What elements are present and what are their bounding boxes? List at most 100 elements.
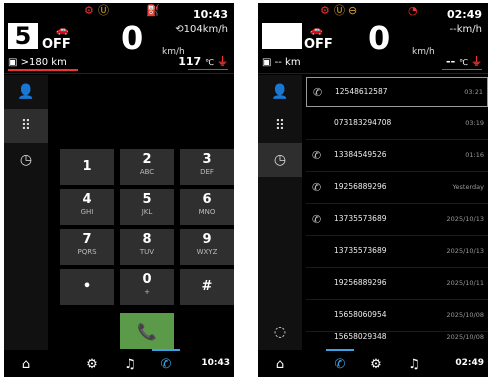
row-divider <box>306 139 488 140</box>
row-divider <box>306 203 488 204</box>
home-button[interactable]: ⌂ <box>270 354 290 374</box>
fuel-warning-icon: ⛽ <box>146 4 160 17</box>
call-log-row[interactable]: 073183294708 03:19 <box>306 109 488 139</box>
temperature-icon: ⏚ <box>471 55 482 68</box>
speed-unit: km/h <box>412 47 435 57</box>
refresh-button[interactable]: ◌ <box>258 315 302 349</box>
car-icon: 🚗 <box>56 25 69 36</box>
status-clock: 10:43 <box>192 8 228 21</box>
phone-icon: ✆ <box>313 86 323 99</box>
home-button[interactable]: ⌂ <box>16 354 36 374</box>
odometer: ▣ >180 km <box>8 57 67 68</box>
coolant-temp: -- ℃ ⏚ <box>446 55 482 68</box>
call-log-row[interactable]: 13735573689 2025/10/13 <box>306 237 488 267</box>
range-readout: --km/h <box>449 24 482 35</box>
contacts-tab[interactable]: 👤 <box>4 75 48 109</box>
drive-state: OFF <box>42 37 71 52</box>
bottom-nav: ⌂ ⚙ ♫ ✆ 10:43 <box>4 350 234 377</box>
keypad-tab[interactable]: ⠿ <box>258 109 302 143</box>
key-8[interactable]: 8 TUV <box>120 229 174 265</box>
instrument-cluster: ⚙ Ⓤ ⊖ ◔ 🚗 OFF 0 km/h 02:49 --km/h ▣ -- k… <box>258 3 488 73</box>
music-note-icon: ♫ <box>408 356 420 372</box>
music-button[interactable]: ♫ <box>404 354 424 374</box>
cluster-divider <box>4 73 234 74</box>
drive-state: OFF <box>304 37 333 52</box>
temp-bar <box>442 69 482 70</box>
status-clock: 02:49 <box>446 8 482 21</box>
trip-icon: ⟲ <box>175 24 184 35</box>
row-divider <box>306 299 488 300</box>
phone-icon: ✆ <box>312 149 322 162</box>
coolant-temp: 117 ℃ ⏚ <box>178 55 228 68</box>
phone-button[interactable]: ✆ <box>330 354 350 374</box>
phone-sidebar: 👤 ⠿ ◷ ◌ <box>258 75 302 350</box>
recents-tab[interactable]: ◷ <box>4 143 48 177</box>
home-icon: ⌂ <box>275 356 285 372</box>
music-note-icon: ♫ <box>124 356 136 372</box>
key-star[interactable]: • <box>60 269 114 305</box>
dialer-screen: ⚙ Ⓤ ⛽ 5 🚗 OFF 0 km/h 10:43 ⟲104km/h ▣ >1… <box>4 3 234 377</box>
recents-screen: ⚙ Ⓤ ⊖ ◔ 🚗 OFF 0 km/h 02:49 --km/h ▣ -- k… <box>258 3 488 377</box>
settings-button[interactable]: ⚙ <box>82 354 102 374</box>
call-log-row[interactable]: ✆ 13735573689 2025/10/13 <box>306 205 488 235</box>
row-divider <box>306 267 488 268</box>
phone-sidebar: 👤 ⠿ ◷ <box>4 75 48 350</box>
active-tab-indicator <box>152 349 180 351</box>
bottom-nav: ⌂ ✆ ⚙ ♫ 02:49 <box>258 350 488 377</box>
phone-button[interactable]: ✆ <box>156 354 176 374</box>
key-7[interactable]: 7 PQRS <box>60 229 114 265</box>
speed-value: 0 <box>121 19 144 57</box>
temp-bar <box>188 69 228 70</box>
phone-icon: ✆ <box>312 181 322 194</box>
phone-icon: ✆ <box>334 356 346 372</box>
engine-warning-icon: ⚙ <box>84 4 94 17</box>
grid-icon: ⠿ <box>274 118 286 134</box>
phone-icon: 📞 <box>137 321 157 341</box>
clock-icon: ◷ <box>273 152 287 168</box>
contacts-tab[interactable]: 👤 <box>258 75 302 109</box>
recents-tab[interactable]: ◷ <box>258 143 302 177</box>
keypad-tab[interactable]: ⠿ <box>4 109 48 143</box>
oil-warning-icon: Ⓤ <box>98 4 109 17</box>
call-button[interactable]: 📞 <box>120 313 174 349</box>
grid-icon: ⠿ <box>20 118 32 134</box>
key-hash[interactable]: # <box>180 269 234 305</box>
gear-icon: ⚙ <box>86 356 98 372</box>
gear-indicator <box>262 23 302 49</box>
key-5[interactable]: 5 JKL <box>120 189 174 225</box>
gear-icon: ⚙ <box>370 356 382 372</box>
bottom-clock: 02:49 <box>455 358 484 368</box>
row-divider <box>306 171 488 172</box>
call-log-row[interactable]: ✆ 19256889296 Yesterday <box>306 173 488 203</box>
key-6[interactable]: 6 MNO <box>180 189 234 225</box>
odometer-bar <box>8 69 78 71</box>
battery-warning-icon: ◔ <box>408 4 418 17</box>
call-log-row[interactable]: ✆ 13384549526 01:16 <box>306 141 488 171</box>
row-divider <box>306 235 488 236</box>
key-1[interactable]: 1 <box>60 149 114 185</box>
key-2[interactable]: 2 ABC <box>120 149 174 185</box>
key-9[interactable]: 9 WXYZ <box>180 229 234 265</box>
oil-warning-icon: Ⓤ <box>334 4 345 17</box>
bottom-clock: 10:43 <box>201 358 230 368</box>
speed-value: 0 <box>368 19 391 57</box>
key-3[interactable]: 3 DEF <box>180 149 234 185</box>
car-icon: 🚗 <box>310 25 323 36</box>
refresh-icon: ◌ <box>273 324 287 340</box>
person-icon: 👤 <box>17 84 35 100</box>
phone-icon: ✆ <box>160 356 172 372</box>
music-button[interactable]: ♫ <box>120 354 140 374</box>
cluster-divider <box>258 73 488 74</box>
range-readout: ⟲104km/h <box>175 24 228 35</box>
instrument-cluster: ⚙ Ⓤ ⛽ 5 🚗 OFF 0 km/h 10:43 ⟲104km/h ▣ >1… <box>4 3 234 73</box>
settings-button[interactable]: ⚙ <box>366 354 386 374</box>
home-icon: ⌂ <box>21 356 31 372</box>
gear-indicator: 5 <box>8 23 38 49</box>
call-log-row[interactable]: 19256889296 2025/10/11 <box>306 269 488 299</box>
key-0[interactable]: 0 + <box>120 269 174 305</box>
phone-icon: ✆ <box>312 213 322 226</box>
odometer: ▣ -- km <box>262 57 301 68</box>
key-4[interactable]: 4 GHI <box>60 189 114 225</box>
person-icon: 👤 <box>271 84 289 100</box>
call-log-row[interactable]: ✆ 12548612587 03:21 <box>306 77 488 107</box>
